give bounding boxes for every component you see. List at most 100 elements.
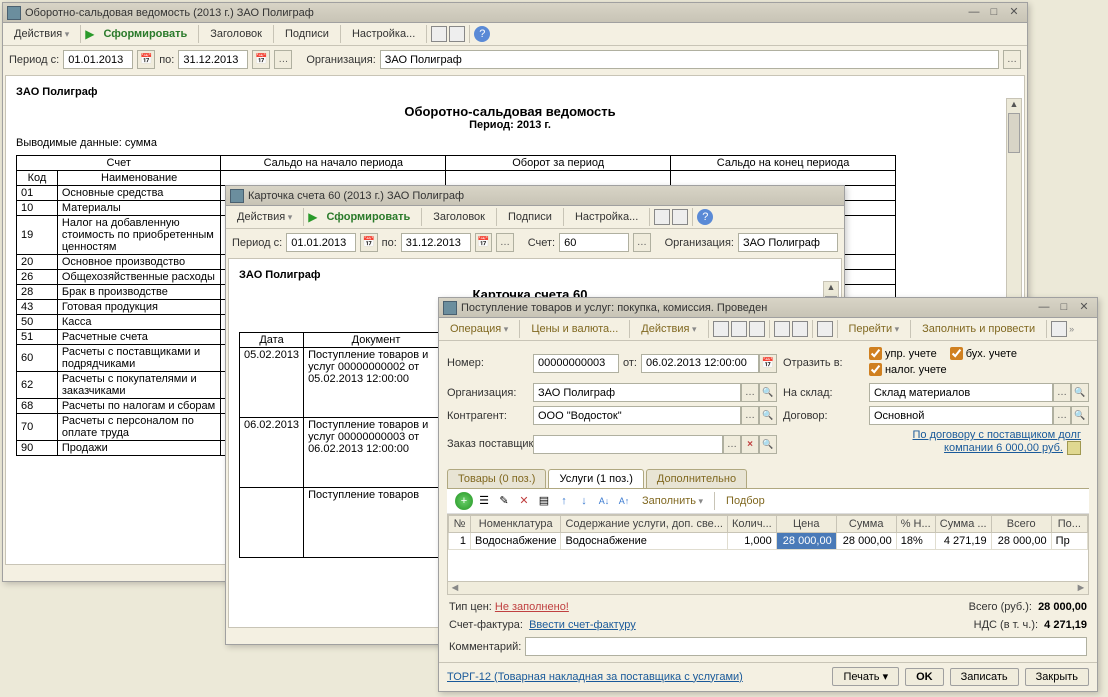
tool-icon-2[interactable] bbox=[672, 209, 688, 225]
tool-icon[interactable] bbox=[731, 321, 747, 337]
close-button[interactable]: ✕ bbox=[1075, 301, 1093, 315]
contractor-input[interactable] bbox=[533, 406, 741, 425]
fill-menu[interactable]: Заполнить bbox=[635, 492, 710, 510]
add-row-button[interactable]: + bbox=[455, 492, 473, 510]
ok-button[interactable]: OK bbox=[905, 668, 944, 686]
org-input[interactable] bbox=[738, 233, 838, 252]
titlebar[interactable]: Карточка счета 60 (2013 г.) ЗАО Полиграф bbox=[226, 186, 844, 206]
date-from-input[interactable] bbox=[286, 233, 356, 252]
contract-picker-button[interactable] bbox=[1053, 406, 1071, 425]
tool-icon[interactable] bbox=[817, 321, 833, 337]
titlebar[interactable]: Поступление товаров и услуг: покупка, ко… bbox=[439, 298, 1097, 318]
grid-tool-icon[interactable]: ☰ bbox=[475, 492, 493, 510]
edit-icon[interactable] bbox=[1067, 441, 1081, 455]
warehouse-input[interactable] bbox=[869, 383, 1053, 402]
form-button[interactable]: Сформировать bbox=[319, 208, 417, 226]
header-button[interactable]: Заголовок bbox=[426, 208, 492, 226]
period-picker-button[interactable] bbox=[496, 233, 513, 252]
tool-icon-1[interactable] bbox=[654, 209, 670, 225]
price-type-value[interactable]: Не заполнено! bbox=[495, 601, 569, 613]
form-button[interactable]: Сформировать bbox=[96, 25, 194, 43]
titlebar[interactable]: Оборотно-сальдовая ведомость (2013 г.) З… bbox=[3, 3, 1027, 23]
minimize-button[interactable]: — bbox=[1035, 301, 1053, 315]
order-open-button[interactable] bbox=[759, 435, 777, 454]
actions-menu[interactable]: Действия bbox=[7, 25, 76, 43]
chk-nal[interactable]: налог. учете bbox=[869, 363, 947, 376]
period-picker-button[interactable] bbox=[274, 50, 292, 69]
scroll-up-icon[interactable]: ▲ bbox=[1007, 99, 1021, 113]
tool-icon[interactable] bbox=[792, 321, 808, 337]
chk-buh[interactable]: бух. учете bbox=[950, 347, 1017, 360]
date-to-input[interactable] bbox=[178, 50, 248, 69]
debt-link[interactable]: По договору с поставщиком долг компании … bbox=[869, 429, 1089, 459]
maximize-button[interactable]: □ bbox=[1055, 301, 1073, 315]
save-button[interactable]: Записать bbox=[950, 668, 1019, 686]
tab-goods[interactable]: Товары (0 поз.) bbox=[447, 469, 546, 488]
grid-tool-icon[interactable]: ✎ bbox=[495, 492, 513, 510]
settings-button[interactable]: Настройка... bbox=[345, 25, 422, 43]
comment-input[interactable] bbox=[525, 637, 1087, 656]
tool-icon[interactable] bbox=[1051, 321, 1067, 337]
account-picker-button[interactable] bbox=[633, 233, 650, 252]
tool-icon-2[interactable] bbox=[449, 26, 465, 42]
pick-button[interactable]: Подбор bbox=[719, 492, 772, 510]
org-input[interactable] bbox=[380, 50, 999, 69]
sort-asc-button[interactable]: A↓ bbox=[595, 492, 613, 510]
scroll-left-icon[interactable]: ◄ bbox=[448, 582, 462, 594]
tab-services[interactable]: Услуги (1 поз.) bbox=[548, 469, 643, 488]
table-row[interactable]: 06.02.2013Поступление товаров и услуг 00… bbox=[240, 418, 449, 488]
signs-button[interactable]: Подписи bbox=[501, 208, 559, 226]
tab-additional[interactable]: Дополнительно bbox=[646, 469, 747, 488]
goto-menu[interactable]: Перейти bbox=[842, 320, 907, 338]
scroll-up-icon[interactable]: ▲ bbox=[824, 282, 838, 296]
signs-button[interactable]: Подписи bbox=[278, 25, 336, 43]
operation-menu[interactable]: Операция bbox=[443, 320, 515, 338]
contractor-picker-button[interactable] bbox=[741, 406, 759, 425]
chk-upr[interactable]: упр. учете bbox=[869, 347, 937, 360]
help-icon[interactable]: ? bbox=[474, 26, 490, 42]
order-picker-button[interactable] bbox=[723, 435, 741, 454]
org-open-button[interactable] bbox=[759, 383, 777, 402]
tool-icon-1[interactable] bbox=[431, 26, 447, 42]
warehouse-open-button[interactable] bbox=[1071, 383, 1089, 402]
actions-menu[interactable]: Действия bbox=[634, 320, 703, 338]
actions-menu[interactable]: Действия bbox=[230, 208, 299, 226]
scroll-right-icon[interactable]: ► bbox=[1074, 582, 1088, 594]
order-input[interactable] bbox=[533, 435, 723, 454]
calendar-icon[interactable] bbox=[360, 233, 377, 252]
sort-desc-button[interactable]: A↑ bbox=[615, 492, 633, 510]
contract-input[interactable] bbox=[869, 406, 1053, 425]
tool-icon[interactable] bbox=[774, 321, 790, 337]
header-button[interactable]: Заголовок bbox=[203, 25, 269, 43]
help-icon[interactable]: ? bbox=[697, 209, 713, 225]
torg12-link[interactable]: ТОРГ-12 (Товарная накладная за поставщик… bbox=[447, 671, 743, 683]
delete-row-button[interactable]: ✕ bbox=[515, 492, 533, 510]
org-input[interactable] bbox=[533, 383, 741, 402]
account-input[interactable] bbox=[559, 233, 629, 252]
services-grid[interactable]: № Номенклатура Содержание услуги, доп. с… bbox=[447, 514, 1089, 582]
contract-open-button[interactable] bbox=[1071, 406, 1089, 425]
prices-button[interactable]: Цены и валюта... bbox=[524, 320, 625, 338]
tool-icon[interactable] bbox=[749, 321, 765, 337]
date-input[interactable] bbox=[641, 354, 759, 373]
settings-button[interactable]: Настройка... bbox=[568, 208, 645, 226]
date-to-input[interactable] bbox=[401, 233, 471, 252]
calendar-icon[interactable] bbox=[137, 50, 155, 69]
warehouse-picker-button[interactable] bbox=[1053, 383, 1071, 402]
table-row[interactable]: 05.02.2013Поступление товаров и услуг 00… bbox=[240, 348, 449, 418]
calendar-icon[interactable] bbox=[475, 233, 492, 252]
calendar-icon[interactable] bbox=[252, 50, 270, 69]
move-down-button[interactable]: ↓ bbox=[575, 492, 593, 510]
contractor-open-button[interactable] bbox=[759, 406, 777, 425]
maximize-button[interactable]: □ bbox=[985, 6, 1003, 20]
order-clear-button[interactable] bbox=[741, 435, 759, 454]
table-row[interactable]: Поступление товаров bbox=[240, 488, 449, 558]
tool-icon[interactable] bbox=[713, 321, 729, 337]
minimize-button[interactable]: — bbox=[965, 6, 983, 20]
invoice-link[interactable]: Ввести счет-фактуру bbox=[529, 619, 636, 631]
move-up-button[interactable]: ↑ bbox=[555, 492, 573, 510]
scroll-thumb[interactable] bbox=[1008, 113, 1020, 153]
close-button[interactable]: Закрыть bbox=[1025, 668, 1089, 686]
table-row[interactable]: 1ВодоснабжениеВодоснабжение1,00028 000,0… bbox=[449, 533, 1088, 550]
org-picker-button[interactable] bbox=[741, 383, 759, 402]
